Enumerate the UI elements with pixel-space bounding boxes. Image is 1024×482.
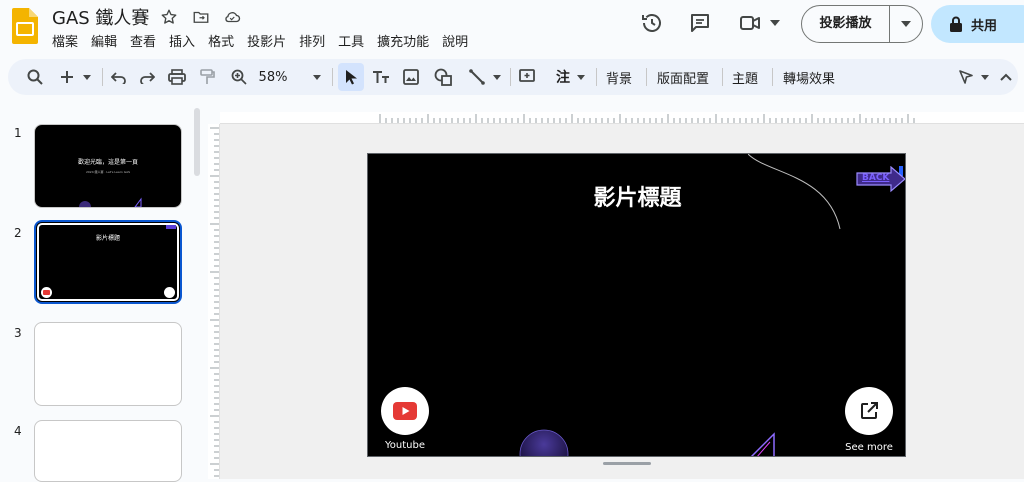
slide-filmstrip: 1 歡迎光臨，這是第一頁 2024 鐵人賽 · Let's Learn GAS … bbox=[0, 100, 208, 482]
meet-video-icon[interactable] bbox=[738, 11, 762, 35]
decorative-triangle bbox=[750, 432, 775, 456]
undo-icon[interactable] bbox=[108, 65, 130, 89]
slide-number: 1 bbox=[14, 126, 22, 140]
menu-view[interactable]: 查看 bbox=[130, 31, 163, 50]
decorative-shapes bbox=[79, 197, 142, 207]
new-slide-dropdown-icon[interactable] bbox=[80, 65, 94, 89]
filmstrip-scrollbar[interactable] bbox=[194, 108, 200, 176]
slides-logo-icon[interactable] bbox=[12, 8, 38, 44]
app-header: GAS 鐵人賽 檔案 編輯 查看 插入 格式 投影片 排列 工具 擴充功能 說明… bbox=[0, 0, 1024, 56]
menu-tools[interactable]: 工具 bbox=[338, 31, 371, 50]
thumb-youtube-icon bbox=[41, 287, 52, 298]
slide-thumbnail-3[interactable] bbox=[34, 322, 182, 406]
move-to-folder-icon[interactable] bbox=[192, 8, 210, 26]
main-toolbar: 58% 注 背景 版面配置 主題 轉場效果 bbox=[8, 59, 1018, 95]
see-more-label: See more bbox=[845, 442, 893, 453]
thumb-title: 影片標題 bbox=[95, 235, 120, 242]
zoom-icon[interactable] bbox=[228, 65, 250, 89]
theme-button[interactable]: 主題 bbox=[728, 65, 762, 89]
menu-extensions[interactable]: 擴充功能 bbox=[377, 31, 436, 50]
slide-thumbnail-1[interactable]: 歡迎光臨，這是第一頁 2024 鐵人賽 · Let's Learn GAS bbox=[34, 124, 182, 208]
text-box-icon[interactable] bbox=[370, 65, 392, 89]
menu-format[interactable]: 格式 bbox=[208, 31, 241, 50]
toolbar-divider bbox=[772, 68, 773, 86]
slide-thumbnail-2[interactable]: 影片標題 bbox=[34, 220, 182, 304]
layout-button[interactable]: 版面配置 bbox=[652, 65, 714, 89]
youtube-icon bbox=[393, 402, 417, 420]
menu-edit[interactable]: 編輯 bbox=[91, 31, 124, 50]
toolbar-divider bbox=[510, 68, 511, 86]
slide-title[interactable]: 影片標題 bbox=[368, 180, 905, 212]
menu-file[interactable]: 檔案 bbox=[52, 31, 85, 50]
redo-icon[interactable] bbox=[136, 65, 158, 89]
zoom-level[interactable]: 58% bbox=[256, 65, 290, 89]
ruler-ticks bbox=[210, 127, 219, 477]
print-icon[interactable] bbox=[166, 65, 188, 89]
share-button[interactable]: 共用 bbox=[931, 5, 1024, 43]
horizontal-ruler[interactable] bbox=[220, 112, 1024, 124]
toolbar-divider bbox=[102, 68, 103, 86]
line-dropdown-icon[interactable] bbox=[490, 65, 504, 89]
toolbar-divider bbox=[596, 68, 597, 86]
slide-number: 2 bbox=[14, 226, 22, 240]
thumb-external-link-icon bbox=[164, 287, 175, 298]
new-slide-icon[interactable] bbox=[56, 65, 78, 89]
menu-arrange[interactable]: 排列 bbox=[299, 31, 332, 50]
menu-bar: 檔案 編輯 查看 插入 格式 投影片 排列 工具 擴充功能 說明 bbox=[52, 31, 481, 50]
background-button[interactable]: 背景 bbox=[602, 65, 636, 89]
toolbar-divider bbox=[332, 68, 333, 86]
collapse-toolbar-icon[interactable] bbox=[998, 65, 1014, 89]
speaker-notes-resize-handle[interactable] bbox=[603, 462, 651, 465]
document-title[interactable]: GAS 鐵人賽 bbox=[52, 4, 149, 30]
back-link[interactable]: BACK bbox=[862, 173, 889, 183]
menu-help[interactable]: 說明 bbox=[442, 31, 475, 50]
zoom-dropdown-icon[interactable] bbox=[310, 65, 324, 89]
youtube-button[interactable] bbox=[381, 387, 429, 435]
vertical-ruler[interactable] bbox=[208, 124, 220, 479]
toolbar-divider bbox=[646, 68, 647, 86]
share-label: 共用 bbox=[971, 18, 998, 34]
shape-icon[interactable] bbox=[432, 65, 454, 89]
comment-icon[interactable] bbox=[688, 11, 712, 35]
transition-button[interactable]: 轉場效果 bbox=[778, 65, 840, 89]
meet-dropdown-icon[interactable] bbox=[770, 20, 780, 26]
thumb-title: 歡迎光臨，這是第一頁 bbox=[77, 159, 138, 166]
present-dropdown[interactable] bbox=[890, 6, 922, 42]
thumb-subtitle: 2024 鐵人賽 · Let's Learn GAS bbox=[85, 170, 131, 174]
history-icon[interactable] bbox=[640, 11, 664, 35]
youtube-label: Youtube bbox=[385, 440, 425, 451]
line-icon[interactable] bbox=[466, 65, 488, 89]
search-menus-icon[interactable] bbox=[24, 65, 46, 89]
pointer-dropdown-icon[interactable] bbox=[978, 65, 992, 89]
see-more-button[interactable] bbox=[845, 387, 893, 435]
slide-number: 4 bbox=[14, 424, 22, 438]
slide-thumbnail-4[interactable] bbox=[34, 420, 182, 482]
current-slide[interactable]: 影片標題 BACK Youtube See more bbox=[367, 153, 906, 457]
thumb-back-icon bbox=[166, 225, 176, 229]
select-cursor-icon[interactable] bbox=[338, 63, 364, 91]
cloud-status-icon[interactable] bbox=[223, 8, 241, 26]
insert-image-icon[interactable] bbox=[400, 65, 422, 89]
star-icon[interactable] bbox=[160, 8, 178, 26]
menu-insert[interactable]: 插入 bbox=[169, 31, 202, 50]
pointer-mode-icon[interactable] bbox=[956, 65, 976, 89]
notes-dropdown-icon[interactable] bbox=[574, 65, 588, 89]
add-comment-icon[interactable] bbox=[516, 65, 538, 89]
ruler-ticks bbox=[379, 114, 915, 123]
decorative-sphere bbox=[519, 429, 569, 456]
present-button-group: 投影播放 bbox=[801, 5, 923, 43]
menu-slide[interactable]: 投影片 bbox=[247, 31, 293, 50]
external-link-icon bbox=[861, 402, 878, 419]
paint-format-icon[interactable] bbox=[196, 65, 218, 89]
slide-number: 3 bbox=[14, 326, 22, 340]
speaker-notes-button[interactable]: 注 bbox=[554, 65, 572, 89]
lock-icon bbox=[950, 16, 962, 32]
present-button[interactable]: 投影播放 bbox=[802, 6, 890, 42]
chevron-down-icon bbox=[901, 21, 911, 27]
toolbar-divider bbox=[722, 68, 723, 86]
